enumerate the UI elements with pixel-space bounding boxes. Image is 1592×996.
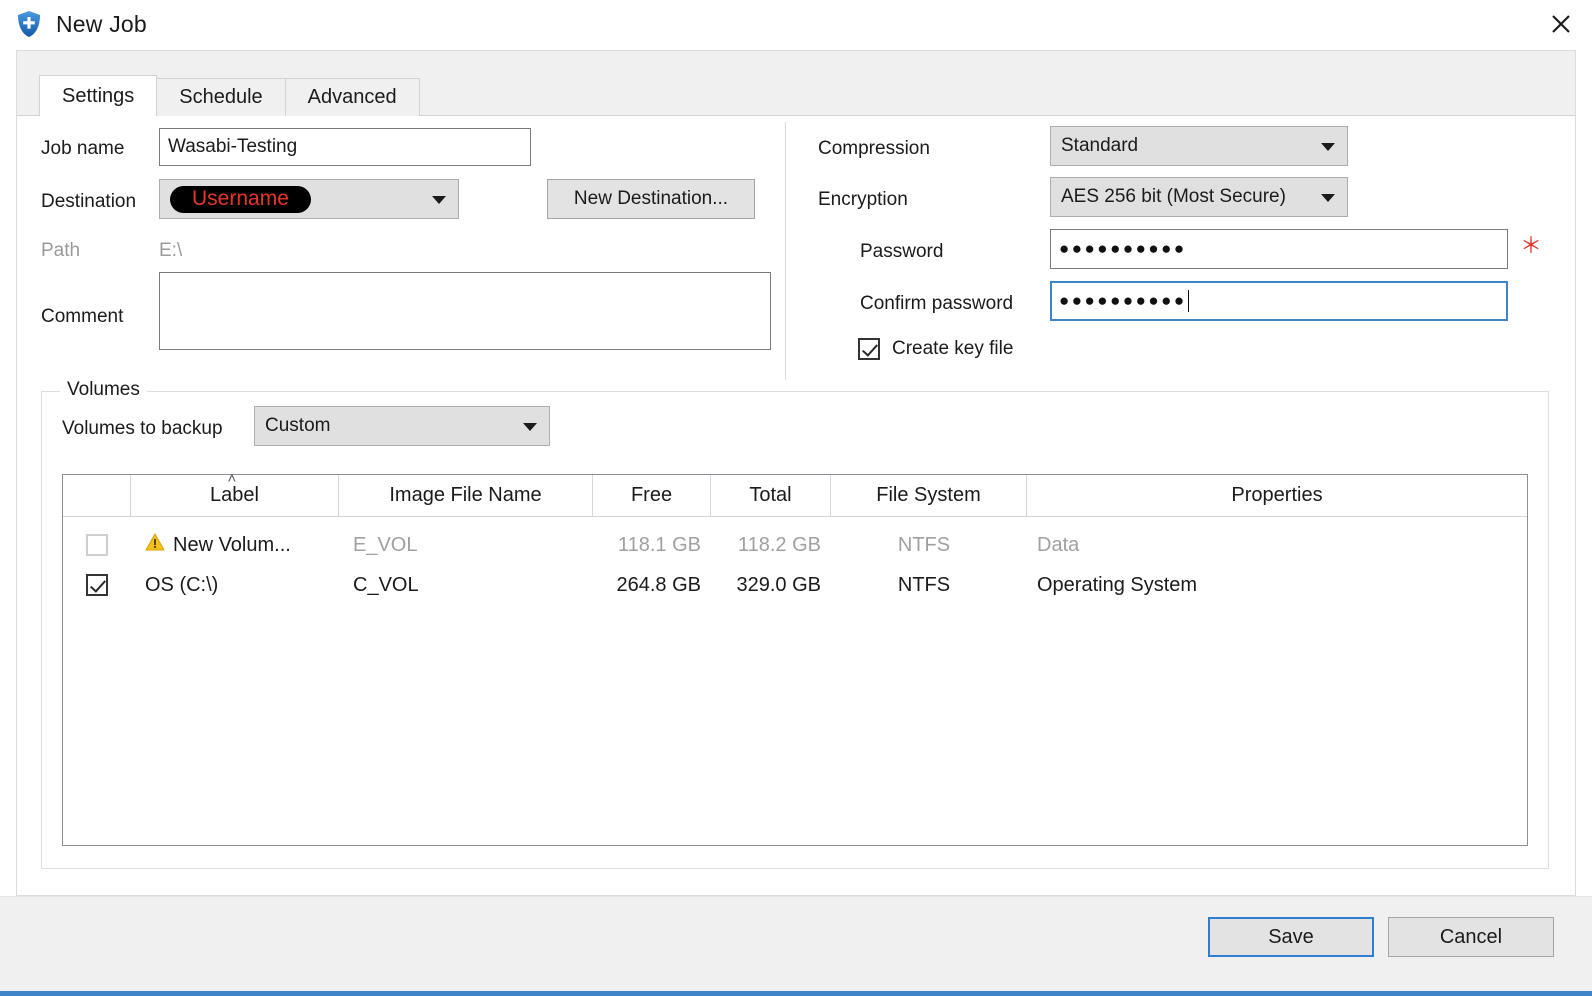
new-destination-button[interactable]: New Destination... (547, 179, 755, 219)
job-name-input[interactable]: Wasabi-Testing (159, 128, 531, 166)
password-label: Password (860, 241, 944, 262)
path-label: Path (41, 240, 81, 261)
destination-dropdown[interactable]: Username (159, 179, 459, 219)
column-header-image-file-name-text: Image File Name (389, 484, 542, 506)
path-value: E:\ (159, 240, 183, 261)
row-checkbox[interactable] (86, 534, 108, 556)
confirm-password-input[interactable]: ●●●●●●●●●● (1050, 281, 1508, 321)
password-input[interactable]: ●●●●●●●●●● (1050, 229, 1508, 269)
tab-bar: Settings Schedule Advanced (39, 75, 420, 116)
column-header-total[interactable]: Total (711, 475, 831, 516)
volumes-to-backup-label: Volumes to backup (62, 418, 223, 439)
new-job-dialog: New Job Settings Schedule Advanced Job n… (0, 0, 1592, 996)
destination-value: Username (170, 185, 311, 213)
column-header-properties-text: Properties (1231, 484, 1323, 506)
confirm-password-label: Confirm password (860, 293, 1014, 314)
create-key-file-checkbox[interactable] (858, 338, 880, 360)
volumes-group-title: Volumes (60, 379, 147, 401)
password-required-marker: ＊ (1520, 233, 1543, 258)
password-value: ●●●●●●●●●● (1059, 239, 1187, 258)
row-checkbox-cell[interactable] (63, 525, 131, 565)
new-destination-label: New Destination... (573, 188, 729, 209)
chevron-down-icon (1321, 194, 1335, 202)
row-file-system-cell: NTFS (897, 533, 951, 556)
cancel-button-label: Cancel (1439, 925, 1503, 948)
tab-advanced[interactable]: Advanced (284, 78, 420, 116)
encryption-value: AES 256 bit (Most Secure) (1061, 186, 1286, 207)
comment-label: Comment (41, 306, 124, 327)
tab-settings-label: Settings (62, 84, 135, 107)
job-name-label: Job name (41, 138, 125, 159)
destination-label: Destination (41, 191, 137, 212)
column-header-free[interactable]: Free (593, 475, 711, 516)
volumes-to-backup-dropdown[interactable]: Custom (254, 406, 550, 446)
settings-panel: Job name Wasabi-Testing Destination User… (17, 115, 1575, 895)
tab-schedule[interactable]: Schedule (156, 78, 286, 116)
title-bar: New Job (0, 0, 1592, 48)
tab-settings[interactable]: Settings (39, 75, 158, 116)
row-properties-cell: Operating System (1037, 573, 1198, 596)
row-image-file-cell: E_VOL (353, 533, 418, 556)
volumes-to-backup-value: Custom (265, 415, 331, 436)
row-checkbox[interactable] (86, 574, 108, 596)
row-free-cell: 264.8 GB (616, 573, 701, 596)
dialog-footer: Save Cancel (0, 896, 1592, 991)
column-header-total-text: Total (749, 484, 792, 506)
table-row[interactable]: OS (C:\) C_VOL 264.8 GB 329.0 GB NTFS Op… (63, 565, 1527, 605)
cancel-button[interactable]: Cancel (1388, 917, 1554, 957)
row-label-text: New Volum... (173, 533, 291, 556)
sort-ascending-icon: ˄ (227, 470, 237, 487)
volumes-group: Volumes Volumes to backup Custom ˄ Label (41, 379, 1549, 869)
volumes-table: ˄ Label Image File Name Free Total File … (62, 471, 1528, 846)
row-label-cell: New Volum... (145, 525, 345, 565)
column-header-file-system[interactable]: File System (831, 475, 1027, 516)
row-free-cell: 118.1 GB (617, 533, 701, 556)
table-row[interactable]: New Volum... E_VOL 118.1 GB 118.2 GB NTF… (63, 525, 1527, 565)
comment-input[interactable] (159, 272, 771, 350)
save-button[interactable]: Save (1208, 917, 1374, 957)
row-properties-cell: Data (1037, 533, 1080, 556)
create-key-file-label: Create key file (892, 338, 1014, 359)
column-header-file-system-text: File System (876, 484, 981, 506)
row-checkbox-cell[interactable] (63, 565, 131, 605)
tab-schedule-label: Schedule (179, 86, 263, 108)
encryption-label: Encryption (818, 189, 908, 210)
create-key-file-row[interactable]: Create key file (858, 338, 1013, 360)
column-header-properties[interactable]: Properties (1027, 475, 1527, 516)
compression-value: Standard (1061, 135, 1139, 156)
compression-dropdown[interactable]: Standard (1050, 126, 1348, 166)
compression-label: Compression (818, 138, 930, 159)
column-header-free-text: Free (630, 484, 673, 506)
row-image-file-cell: C_VOL (353, 573, 419, 596)
warning-icon (145, 532, 165, 557)
job-name-value: Wasabi-Testing (168, 136, 298, 157)
column-header-check[interactable] (63, 475, 131, 516)
volumes-table-header: ˄ Label Image File Name Free Total File … (63, 471, 1527, 517)
confirm-password-value: ●●●●●●●●●● (1059, 291, 1187, 310)
column-header-label[interactable]: ˄ Label (131, 471, 339, 516)
tab-container: Settings Schedule Advanced Job name Wasa… (16, 50, 1576, 896)
column-divider (785, 122, 786, 380)
chevron-down-icon (1321, 143, 1335, 151)
close-icon[interactable] (1530, 0, 1592, 48)
tab-advanced-label: Advanced (307, 86, 397, 108)
shield-plus-icon (16, 10, 42, 38)
encryption-dropdown[interactable]: AES 256 bit (Most Secure) (1050, 177, 1348, 217)
row-label-cell: OS (C:\) (145, 573, 219, 596)
row-file-system-cell: NTFS (897, 573, 951, 596)
row-total-cell: 329.0 GB (736, 573, 821, 596)
chevron-down-icon (432, 196, 446, 204)
window-title: New Job (56, 10, 147, 37)
column-header-image-file-name[interactable]: Image File Name (339, 475, 593, 516)
row-total-cell: 118.2 GB (737, 533, 821, 556)
chevron-down-icon (523, 423, 537, 431)
column-header-label-text: Label (210, 484, 259, 506)
save-button-label: Save (1268, 925, 1314, 948)
text-cursor (1187, 290, 1189, 312)
